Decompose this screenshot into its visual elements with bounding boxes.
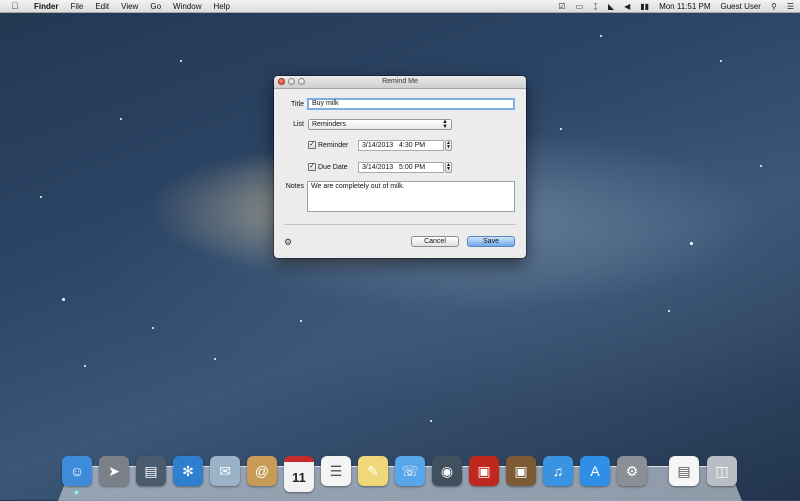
finder-icon[interactable]: ☺ bbox=[62, 456, 92, 486]
due-stepper[interactable]: ▲ ▼ bbox=[445, 162, 452, 173]
close-button[interactable] bbox=[278, 78, 285, 85]
minimize-button[interactable] bbox=[288, 78, 295, 85]
iphoto-icon[interactable]: ▣ bbox=[506, 456, 536, 486]
spotlight-icon[interactable]: ⚲ bbox=[771, 2, 777, 11]
menu-window[interactable]: Window bbox=[173, 2, 201, 11]
dock: ☺ ➤ ▤ ✻ ✉ @11 ☰ ✎ ☏ ◉ ▣ ▣ ♫ A ⚙ ▤ ◫ bbox=[62, 452, 742, 496]
menu-bar:  Finder File Edit View Go Window Help ☑… bbox=[0, 0, 800, 13]
calendar-icon[interactable]: 11 bbox=[284, 456, 314, 492]
gear-icon[interactable]: ⚙ bbox=[284, 237, 292, 248]
reminder-datetime-field[interactable]: 3/14/2013 4:30 PM bbox=[358, 140, 444, 151]
menu-edit[interactable]: Edit bbox=[95, 2, 109, 11]
notes-icon[interactable]: ✎ bbox=[358, 456, 388, 486]
dialog-title: Remind Me bbox=[382, 78, 418, 85]
due-date-label: Due Date bbox=[318, 164, 348, 171]
dialog-titlebar[interactable]: Remind Me bbox=[274, 76, 526, 89]
app-store-icon[interactable]: A bbox=[580, 456, 610, 486]
itunes-icon[interactable]: ♫ bbox=[543, 456, 573, 486]
reminder-label: Reminder bbox=[318, 142, 349, 149]
running-indicator bbox=[75, 491, 78, 494]
list-popup-value: Reminders bbox=[312, 121, 346, 128]
apple-icon[interactable]:  bbox=[10, 1, 20, 11]
list-label: List bbox=[293, 121, 304, 128]
title-input[interactable]: Buy milk bbox=[307, 98, 515, 110]
safari-icon[interactable]: ✻ bbox=[173, 456, 203, 486]
reminders-icon[interactable]: ☰ bbox=[321, 456, 351, 486]
menu-help[interactable]: Help bbox=[213, 2, 229, 11]
airplay-icon[interactable]: ▭ bbox=[576, 2, 584, 11]
list-popup[interactable]: Reminders ▲ ▼ bbox=[308, 119, 452, 130]
menu-app-finder[interactable]: Finder bbox=[34, 2, 58, 11]
due-time[interactable]: 5:00 PM bbox=[399, 164, 425, 171]
save-button[interactable]: Save bbox=[467, 236, 515, 247]
remind-me-dialog: Remind Me Title Buy milk List Reminders … bbox=[274, 76, 526, 258]
menu-go[interactable]: Go bbox=[150, 2, 161, 11]
battery-icon[interactable]: ▮▮ bbox=[640, 2, 649, 11]
launchpad-icon[interactable]: ➤ bbox=[99, 456, 129, 486]
title-label: Title bbox=[291, 101, 304, 108]
due-date-checkbox[interactable]: ✓ bbox=[308, 163, 316, 171]
facetime-icon[interactable]: ◉ bbox=[432, 456, 462, 486]
document-icon[interactable]: ▤ bbox=[669, 456, 699, 486]
notes-textarea[interactable]: We are completely out of milk. bbox=[307, 181, 515, 212]
due-datetime-field[interactable]: 3/14/2013 5:00 PM bbox=[358, 162, 444, 173]
reminder-checkbox[interactable]: ✓ bbox=[308, 141, 316, 149]
reminder-date[interactable]: 3/14/2013 bbox=[362, 142, 393, 149]
photo-booth-icon[interactable]: ▣ bbox=[469, 456, 499, 486]
popup-arrows-icon: ▲ ▼ bbox=[442, 119, 448, 130]
notification-center-icon[interactable]: ☰ bbox=[787, 2, 794, 11]
user-menu[interactable]: Guest User bbox=[721, 2, 761, 11]
notes-label: Notes bbox=[285, 183, 304, 190]
checkbox-icon[interactable]: ☑ bbox=[558, 2, 565, 11]
zoom-button[interactable] bbox=[298, 78, 305, 85]
system-preferences-icon[interactable]: ⚙ bbox=[617, 456, 647, 486]
menu-view[interactable]: View bbox=[121, 2, 138, 11]
due-date[interactable]: 3/14/2013 bbox=[362, 164, 393, 171]
cancel-button[interactable]: Cancel bbox=[411, 236, 459, 247]
menu-file[interactable]: File bbox=[70, 2, 83, 11]
volume-icon[interactable]: ◀ bbox=[624, 2, 630, 11]
wifi-icon[interactable]: ◣ bbox=[608, 2, 614, 11]
messages-icon[interactable]: ☏ bbox=[395, 456, 425, 486]
mail-icon[interactable]: ✉ bbox=[210, 456, 240, 486]
trash-icon[interactable]: ◫ bbox=[707, 456, 737, 486]
mission-control-icon[interactable]: ▤ bbox=[136, 456, 166, 486]
reminder-stepper[interactable]: ▲ ▼ bbox=[445, 140, 452, 151]
clock[interactable]: Mon 11:51 PM bbox=[659, 2, 710, 11]
reminder-time[interactable]: 4:30 PM bbox=[399, 142, 425, 149]
contacts-icon[interactable]: @ bbox=[247, 456, 277, 486]
bluetooth-icon[interactable]: ᛨ bbox=[593, 2, 598, 11]
dialog-divider bbox=[284, 224, 516, 225]
